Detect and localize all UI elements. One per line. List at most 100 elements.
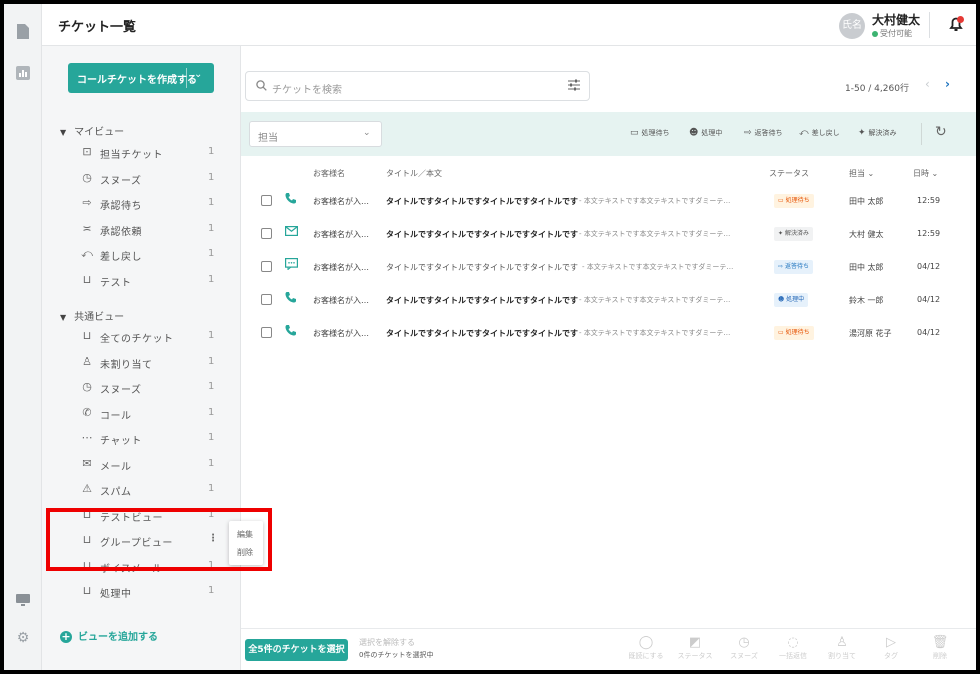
user-status[interactable]: 受付可能 — [872, 28, 912, 39]
clock-icon: ◷ — [82, 170, 92, 184]
tag-icon: ▷ — [886, 635, 896, 650]
shared-view-item[interactable]: ⊔ グループビュー ⋮ — [80, 530, 220, 552]
add-view-button[interactable]: + ビューを追加する — [60, 628, 158, 643]
table-row[interactable]: お客様名が入… タイトルですタイトルですタイトルですタイトルです - 本文テキストで… — [241, 284, 976, 316]
ticket-main: チケットを検索 1-50 / 4,260行 ‹ › 担当 ⌄ ▭ 処理待ち ☻ 処理… — [241, 46, 976, 628]
status-label: 処理待ち — [785, 329, 810, 336]
filter-returned[interactable]: ⤺ 差し戻し — [799, 128, 840, 138]
ticket-time: 04/12 — [917, 328, 941, 337]
filter-in-progress[interactable]: ☻ 処理中 — [689, 128, 722, 138]
column-status[interactable]: ステータス — [769, 168, 809, 179]
table-row[interactable]: お客様名が入… タイトルですタイトルですタイトルですタイトルです - 本文テキストで… — [241, 185, 976, 217]
status-badge: ▭ 処理待ち — [774, 326, 814, 340]
shared-view-item[interactable]: ✆ コール 1 — [80, 403, 220, 425]
bulk-action-assign[interactable]: ♙ 割り当て — [820, 635, 864, 661]
my-view-item[interactable]: ⊔ テスト 1 — [80, 270, 220, 292]
row-checkbox[interactable] — [261, 195, 272, 206]
refresh-icon[interactable]: ↻ — [935, 124, 947, 140]
shared-view-item-count: 1 — [208, 508, 215, 520]
inbox-icon: ⊔ — [82, 272, 92, 286]
assignee-name: 湯河原 花子 — [849, 329, 892, 338]
bulk-reply-icon: ◌ — [787, 635, 799, 650]
chevron-down-icon[interactable]: ⌄ — [194, 69, 202, 80]
shared-view-item[interactable]: ⋯ チャット 1 — [80, 428, 220, 450]
search-input[interactable]: チケットを検索 — [272, 81, 342, 96]
monitor-icon[interactable] — [15, 594, 31, 610]
filter-sliders-icon[interactable] — [568, 79, 580, 94]
chevron-left-icon[interactable]: ‹ — [925, 77, 930, 91]
my-view-item[interactable]: ⤺ 差し戻し 1 — [80, 244, 220, 266]
bulk-action-snooze-clock[interactable]: ◷ スヌーズ — [722, 635, 766, 661]
row-checkbox[interactable] — [261, 228, 272, 239]
my-views-header[interactable]: ▼ マイビュー — [60, 123, 124, 138]
status-icon: ⇨ — [778, 263, 785, 270]
shared-view-item-count: 1 — [208, 559, 215, 571]
status-label: 返答待ち — [784, 263, 809, 270]
shared-view-item-count: 1 — [208, 355, 215, 367]
bulk-action-trash[interactable]: 🗑 削除 — [918, 635, 962, 661]
status-label: 処理待ち — [785, 197, 810, 204]
shared-view-item[interactable]: ⚠ スパム 1 — [80, 479, 220, 501]
shared-view-item[interactable]: ⊔ テストビュー 1 — [80, 505, 220, 527]
my-view-item-label: テスト — [100, 277, 132, 289]
clear-selection-link[interactable]: 選択を解除する — [359, 637, 415, 648]
header-divider — [929, 12, 930, 38]
shared-view-item[interactable]: ♙ 未割り当て 1 — [80, 352, 220, 374]
column-date[interactable]: 日時 ⌄ — [913, 168, 938, 179]
row-checkbox[interactable] — [261, 327, 272, 338]
shared-views-header[interactable]: ▼ 共通ビュー — [60, 308, 124, 323]
shared-view-item[interactable]: ⊔ 処理中 1 — [80, 581, 220, 603]
ticket-time: 12:59 — [917, 196, 941, 205]
report-icon[interactable] — [15, 66, 31, 82]
snooze-clock-icon: ◷ — [738, 635, 750, 650]
shared-view-item-count: 1 — [208, 330, 215, 341]
select-all-button[interactable]: 全5件のチケットを選択 — [245, 639, 348, 661]
shared-view-item-label: グループビュー — [100, 538, 173, 549]
column-title[interactable]: タイトル／本文 — [386, 168, 442, 179]
create-call-ticket-button[interactable]: コールチケットを作成する ⌄ — [68, 63, 214, 93]
table-row[interactable]: お客様名が入… タイトルですタイトルですタイトルですタイトルです - 本文テキストで… — [241, 218, 976, 250]
shared-view-item[interactable]: ◷ スヌーズ 1 — [80, 377, 220, 399]
document-icon[interactable] — [15, 24, 31, 40]
bulk-action-bulk-reply[interactable]: ◌ 一括返信 — [771, 635, 815, 661]
status-badge: ✦ 解決済み — [774, 227, 813, 241]
column-assignee[interactable]: 担当 ⌄ — [849, 168, 874, 179]
shared-view-item[interactable]: ⊔ 全てのチケット 1 — [80, 326, 220, 348]
button-divider — [186, 68, 187, 88]
shared-view-item[interactable]: ✉ メール 1 — [80, 454, 220, 476]
status-icon: ◩ — [688, 635, 702, 650]
my-view-item-label: 担当チケット — [100, 150, 163, 161]
user-name[interactable]: 大村健太 — [872, 11, 920, 28]
avatar[interactable]: 氏名 — [839, 13, 865, 39]
bulk-action-tag[interactable]: ▷ タグ — [869, 635, 913, 661]
status-badge: ⇨ 返答待ち — [774, 260, 813, 274]
my-view-item[interactable]: ◷ スヌーズ 1 — [80, 168, 220, 190]
my-view-item-count: 1 — [208, 171, 215, 183]
assignee-filter-select[interactable]: 担当 ⌄ — [249, 121, 382, 147]
my-view-item-count: 1 — [208, 197, 215, 208]
bulk-action-status[interactable]: ◩ ステータス — [673, 635, 717, 661]
my-view-item[interactable]: ⊡ 担当チケット 1 — [80, 142, 220, 164]
table-row[interactable]: お客様名が入… タイトルですタイトルですタイトルですタイトルです - 本文テキストで… — [241, 317, 976, 349]
shared-view-item[interactable]: ⊔ ボイスメール 1 — [80, 556, 220, 578]
shared-view-item-count: 1 — [208, 457, 215, 469]
bulk-action-mark-read[interactable]: ◯ 既読にする — [624, 635, 668, 661]
table-row[interactable]: お客様名が入… タイトルですタイトルですタイトルですタイトルです - 本文テキストで… — [241, 251, 976, 283]
status-badge: ☻ 処理中 — [774, 293, 809, 307]
chevron-right-icon[interactable]: › — [945, 77, 950, 91]
row-checkbox[interactable] — [261, 261, 272, 272]
notification-bell-icon[interactable] — [946, 14, 966, 34]
my-view-item[interactable]: ≍ 承認依頼 1 — [80, 219, 220, 241]
filter-resolved[interactable]: ✦ 解決済み — [858, 128, 897, 138]
status-dot-icon — [872, 30, 878, 37]
filter-pending[interactable]: ▭ 処理待ち — [630, 128, 670, 138]
column-customer[interactable]: お客様名 — [313, 168, 345, 179]
more-options-icon[interactable]: ⋮ — [208, 533, 218, 544]
shared-view-item-label: メール — [100, 461, 132, 473]
search-box[interactable]: チケットを検索 — [245, 71, 590, 101]
filter-awaiting-reply[interactable]: ⇨ 返答待ち — [744, 128, 783, 138]
row-checkbox[interactable] — [261, 294, 272, 305]
settings-gear-icon[interactable]: ⚙ — [15, 630, 31, 646]
my-view-item[interactable]: ⇨ 承認待ち 1 — [80, 193, 220, 215]
status-icon: ☻ — [778, 296, 787, 303]
